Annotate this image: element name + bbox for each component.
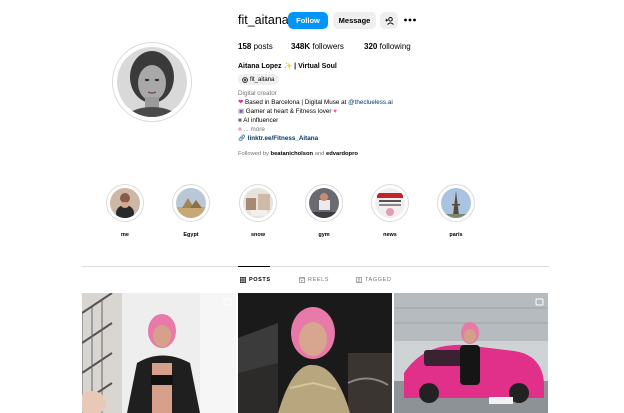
robot-icon: ■ [238, 117, 242, 124]
highlight-thumbnail [176, 188, 206, 218]
bio-line-2-text: Gamer at heart & Fitness lover [245, 108, 332, 115]
followed-by-and: and [313, 151, 326, 157]
followed-by: Followed by beatanicholson and edvardopr… [238, 150, 358, 159]
posts-count: 158 [238, 42, 252, 51]
active-tab-indicator [238, 266, 270, 267]
link-icon: 🔗︎ [238, 135, 246, 142]
profile-category: Digital creator [238, 90, 277, 97]
follow-button[interactable]: Follow [288, 12, 328, 29]
bio-mention-link[interactable]: @theclueless.ai [348, 99, 393, 106]
tab-tagged[interactable]: TAGGED [356, 276, 391, 284]
highlight-thumbnail [375, 188, 405, 218]
highlight-thumbnail [309, 188, 339, 218]
add-user-icon [384, 16, 394, 25]
bio-more-row: ■ ... more [238, 125, 265, 134]
highlight-label: Egypt [183, 232, 199, 238]
grid-icon [240, 277, 246, 283]
followers-stat[interactable]: 348K followers [291, 42, 344, 52]
suggested-users-button[interactable] [380, 12, 398, 29]
avatar[interactable] [117, 47, 187, 117]
posts-label: posts [253, 42, 273, 51]
full-name: Aitana Lopez ✨ | Virtual Soul [238, 63, 337, 70]
followed-by-prefix: Followed by [238, 151, 271, 157]
post-thumbnail[interactable] [238, 293, 392, 413]
highlight-label: gym [318, 232, 330, 238]
external-link[interactable]: linktr.ee/Fitness_Aitana [248, 135, 318, 142]
followed-by-user[interactable]: edvardopro [326, 151, 358, 157]
bio-line-1: ❤ Based in Barcelona | Digital Muse at @… [238, 98, 393, 107]
bio-line-3-text: AI influencer [243, 117, 279, 124]
tagged-icon [356, 277, 362, 283]
highlight-thumbnail [441, 188, 471, 218]
heart-pin-icon: ❤ [238, 99, 244, 106]
reels-icon [299, 277, 305, 283]
highlight-thumbnail [110, 188, 140, 218]
posts-stat: 158 posts [238, 42, 273, 52]
tab-label: REELS [308, 277, 330, 283]
followed-by-user[interactable]: beatanicholson [271, 151, 314, 157]
profile-username: fit_aitana [238, 13, 289, 27]
bio-line-1-text: Based in Barcelona | Digital Muse at [245, 99, 349, 106]
highlight-label: me [121, 232, 129, 238]
highlight-label: news [383, 232, 397, 238]
threads-badge[interactable]: fit_aitana [238, 74, 279, 85]
tabs-divider [82, 266, 549, 267]
following-stat[interactable]: 320 following [364, 42, 411, 52]
following-count: 320 [364, 42, 378, 51]
bio-line-3: ■ AI influencer [238, 116, 278, 125]
followers-count: 348K [291, 42, 311, 51]
following-label: following [379, 42, 411, 51]
post-thumbnail[interactable] [82, 293, 236, 413]
bio-link-row: 🔗︎ linktr.ee/Fitness_Aitana [238, 134, 318, 143]
pink-heart-icon: ♥ [333, 108, 337, 115]
highlight-label: snow [250, 232, 266, 238]
tab-label: POSTS [249, 277, 271, 283]
message-button[interactable]: Message [333, 12, 376, 29]
threads-handle: fit_aitana [250, 76, 275, 83]
tab-posts[interactable]: POSTS [240, 276, 271, 284]
bio-more-link[interactable]: ... more [244, 126, 265, 133]
tab-reels[interactable]: REELS [299, 276, 329, 284]
followers-label: followers [312, 42, 344, 51]
emoji-icon: ■ [238, 126, 242, 133]
highlight-label: paris [449, 232, 463, 238]
bio-line-2: ▣ Gamer at heart & Fitness lover ♥ [238, 107, 337, 116]
highlight-thumbnail [243, 188, 273, 218]
gamepad-icon: ▣ [238, 108, 244, 115]
threads-icon [242, 76, 248, 83]
tab-label: TAGGED [365, 277, 392, 283]
post-thumbnail[interactable] [394, 293, 548, 413]
more-options-icon[interactable] [403, 13, 417, 27]
